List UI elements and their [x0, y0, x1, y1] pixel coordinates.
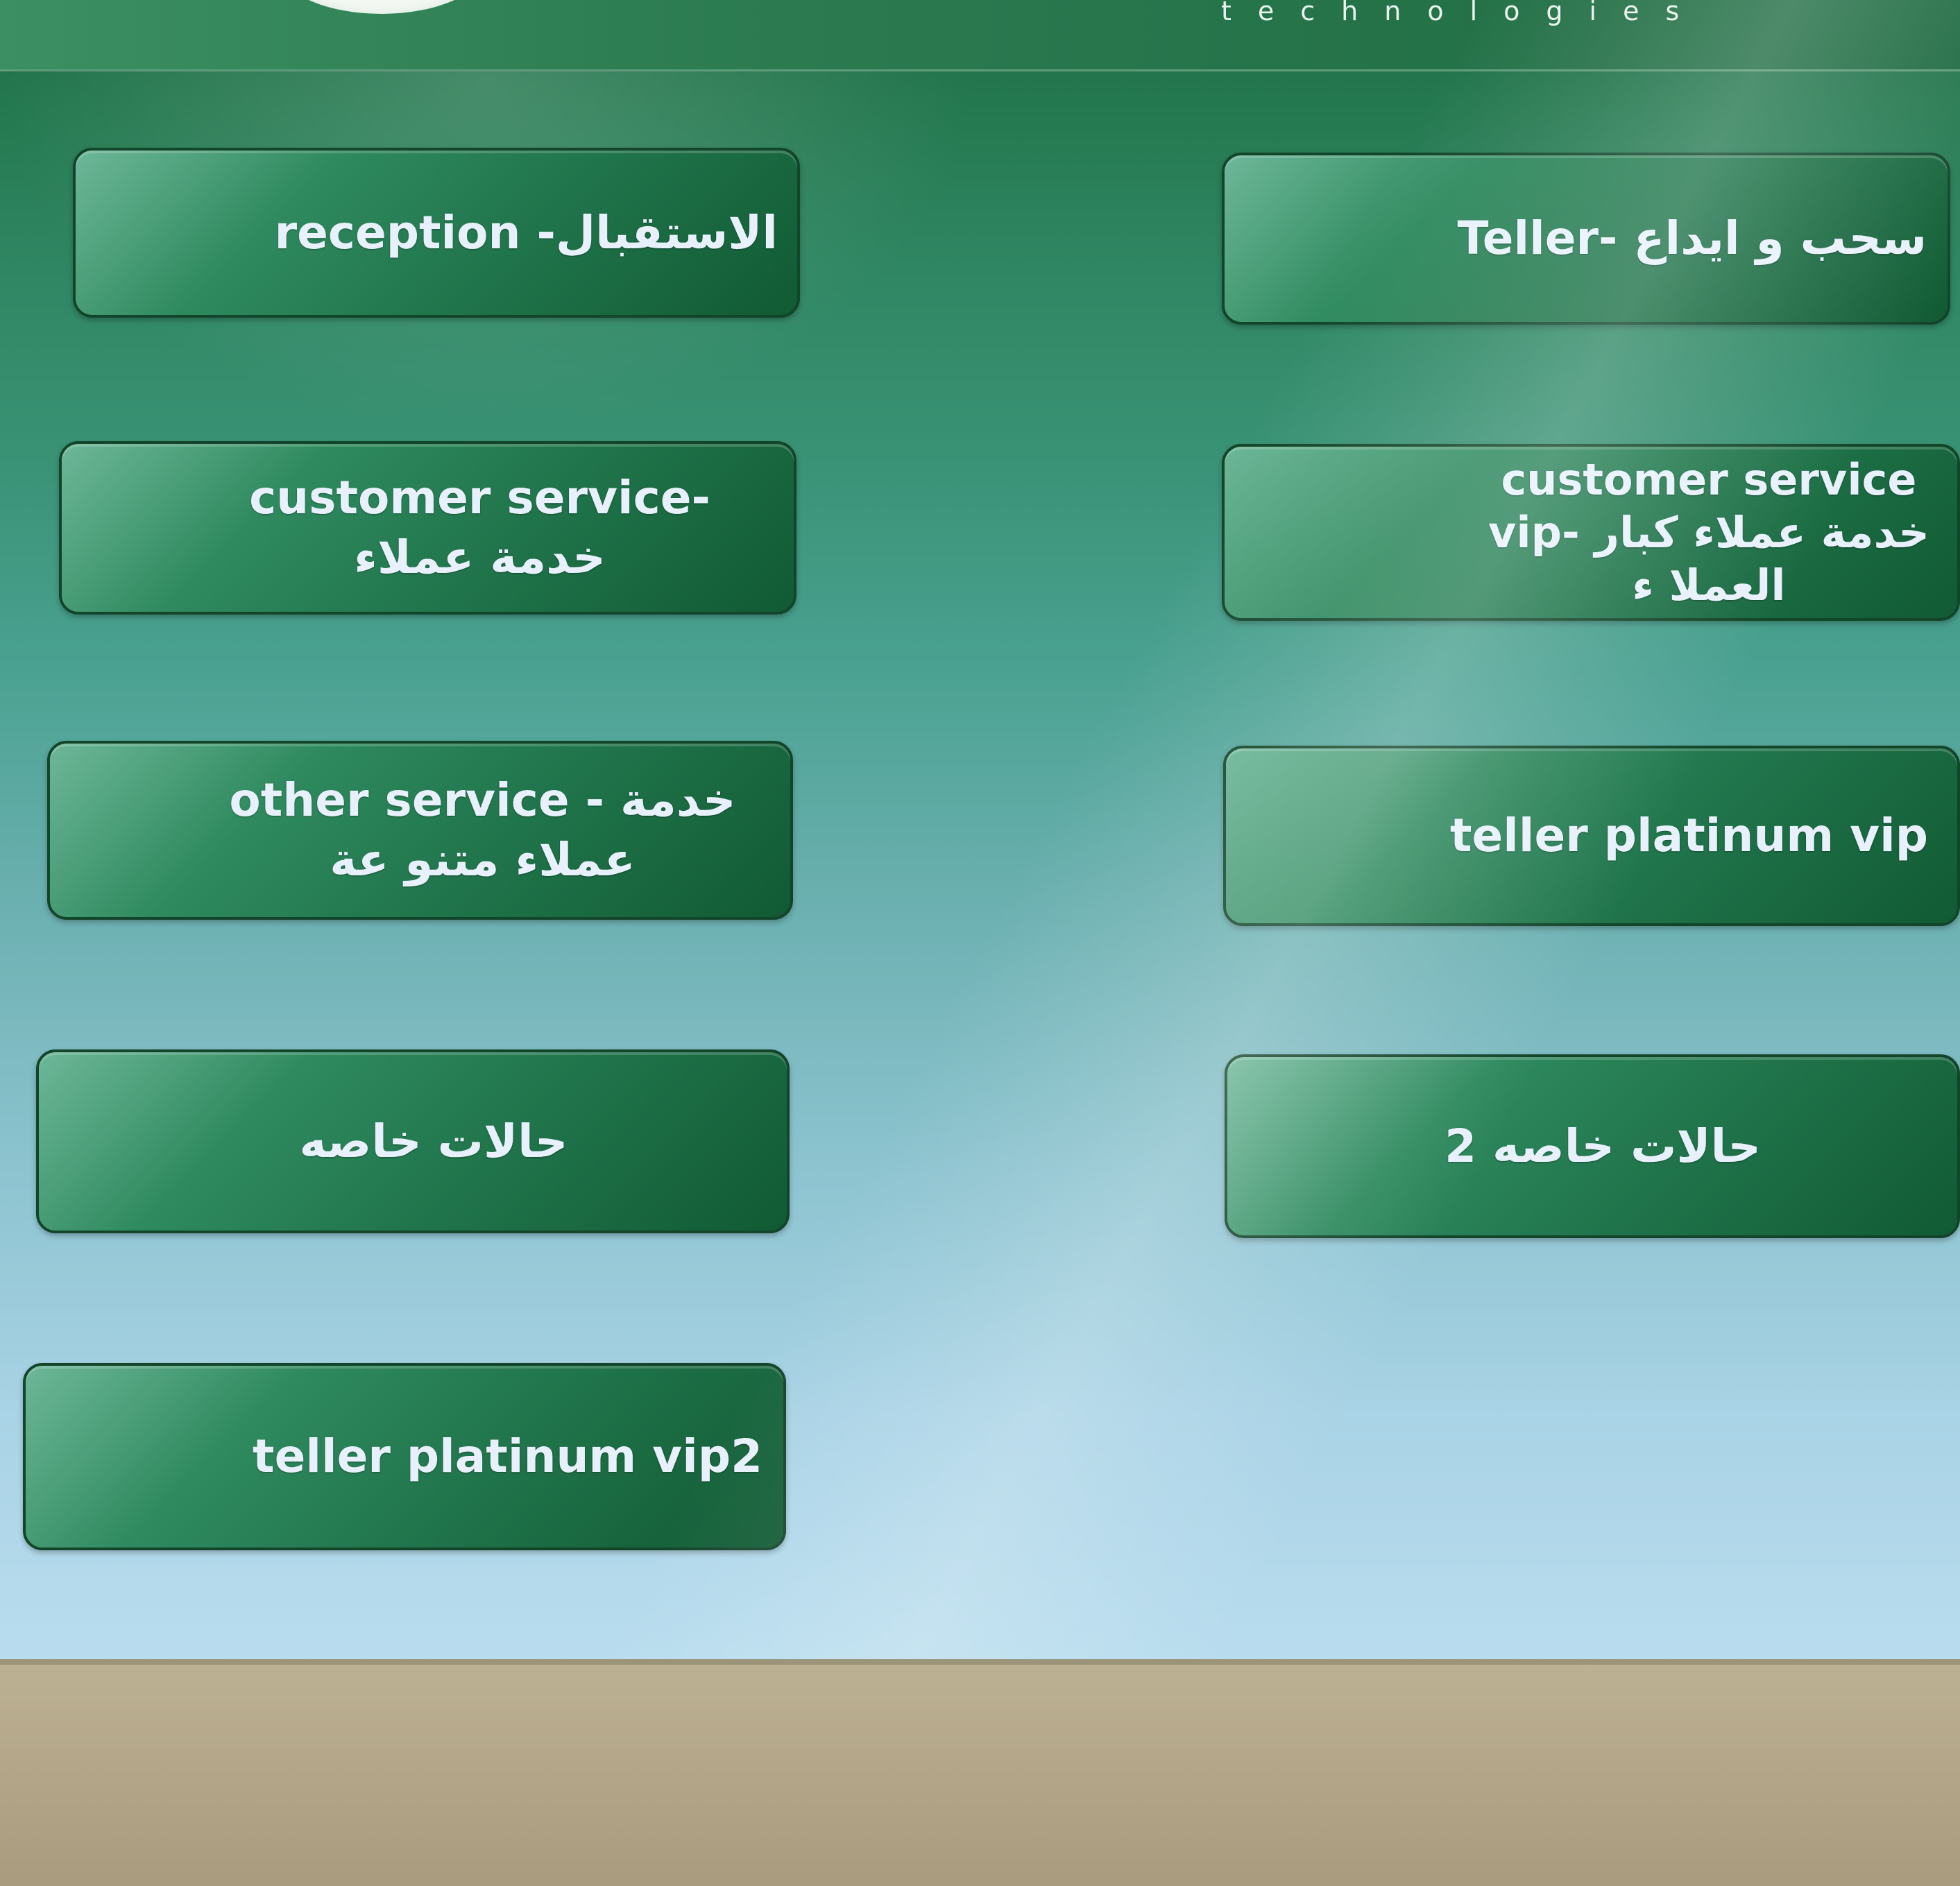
customer-service-button-label: customer service- خدمة عملاء	[249, 471, 710, 584]
teller-button-label: Teller- سحب و ايداع	[1457, 212, 1927, 265]
header-bar: technologies	[0, 0, 1960, 71]
kiosk-surface	[0, 1665, 1960, 1886]
customer-service-vip-button[interactable]: customer service vip- خدمة عملاء كبار ال…	[1222, 444, 1960, 621]
customer-service-vip-button-label: customer service vip- خدمة عملاء كبار ال…	[1488, 454, 1929, 610]
teller-platinum-vip-button-label: teller platinum vip	[1449, 809, 1928, 862]
other-service-button-label: other service - خدمة عملاء متنو عة	[229, 773, 736, 886]
special-cases-2-button[interactable]: حالات خاصه 2	[1225, 1054, 1960, 1238]
special-cases-button-label: حالات خاصه	[299, 1114, 568, 1168]
header-brand-text: technologies	[1221, 0, 1706, 26]
teller-platinum-vip2-button-label: teller platinum vip2	[253, 1430, 762, 1483]
teller-platinum-vip-button[interactable]: teller platinum vip	[1223, 746, 1960, 926]
teller-platinum-vip2-button[interactable]: teller platinum vip2	[23, 1363, 786, 1550]
reception-button-label: reception -الاستقبال	[274, 205, 778, 259]
reception-button[interactable]: reception -الاستقبال	[73, 148, 800, 318]
kiosk-screen: technologies reception -الاستقبال custom…	[0, 0, 1960, 1665]
other-service-button[interactable]: other service - خدمة عملاء متنو عة	[47, 741, 793, 920]
logo-icon	[278, 0, 486, 14]
customer-service-button[interactable]: customer service- خدمة عملاء	[59, 441, 796, 615]
teller-button[interactable]: Teller- سحب و ايداع	[1222, 153, 1950, 325]
special-cases-button[interactable]: حالات خاصه	[36, 1049, 790, 1233]
special-cases-2-button-label: حالات خاصه 2	[1445, 1119, 1761, 1173]
